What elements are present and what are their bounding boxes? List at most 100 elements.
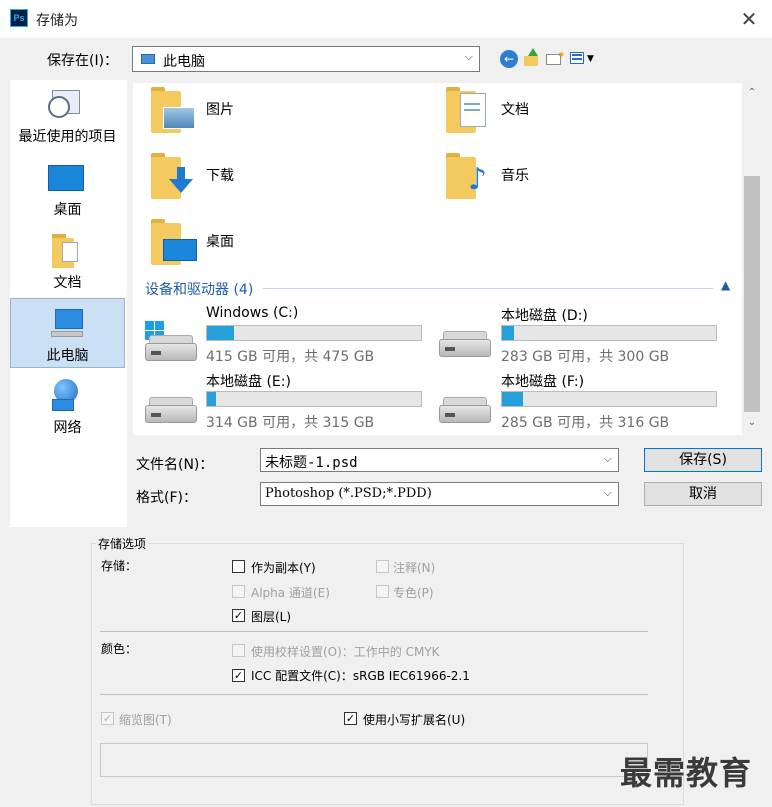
file-list: 图片 文档 下载 ♪ 音乐 桌面 设备和驱动器 (4) ▲ Windows (C…	[133, 83, 742, 435]
layers-label[interactable]: 图层(L)	[251, 608, 291, 625]
notes-checkbox	[376, 560, 389, 573]
drive-usage-fill	[502, 326, 514, 340]
place-label: 桌面	[53, 202, 82, 218]
up-folder-icon[interactable]	[522, 48, 540, 68]
new-folder-icon[interactable]: ✶	[546, 50, 565, 66]
scrollbar-thumb[interactable]	[744, 176, 760, 412]
place-label: 网络	[53, 420, 82, 436]
chevron-up-icon[interactable]: ▲	[721, 278, 730, 292]
drive-usage-bar	[501, 325, 717, 341]
local-disk-icon[interactable]	[145, 395, 197, 425]
drive-name[interactable]: 本地磁盘 (E:)	[206, 371, 291, 391]
place-label: 最近使用的项目	[18, 129, 117, 145]
folder-label[interactable]: 下载	[206, 165, 234, 185]
proof-setup-checkbox	[232, 644, 245, 657]
save-in-value: 此电脑	[163, 54, 205, 70]
storage-label: 存储：	[101, 559, 138, 573]
place-label: 文档	[53, 275, 82, 291]
alpha-channels-label: Alpha 通道(E)	[251, 586, 330, 600]
drive-usage-fill	[207, 392, 216, 406]
local-disk-icon[interactable]	[439, 329, 491, 359]
notes-label: 注释(N)	[393, 561, 436, 575]
proof-setup-label: 使用校样设置(O)：工作中的 CMYK	[251, 645, 440, 659]
drive-usage-bar	[501, 391, 717, 407]
photoshop-icon: Ps	[10, 9, 28, 27]
save-in-dropdown[interactable]: 此电脑 ⌵	[132, 46, 480, 72]
view-menu-icon[interactable]: ▼	[570, 51, 596, 67]
network-globe-icon	[48, 377, 84, 411]
drive-free-space: 285 GB 可用，共 316 GB	[501, 415, 670, 431]
windows-drive-icon[interactable]	[143, 319, 199, 363]
thumbnail-checkbox: ✓	[101, 712, 114, 725]
folder-label[interactable]: 桌面	[206, 231, 234, 251]
drive-free-space: 283 GB 可用，共 300 GB	[501, 349, 670, 365]
title-bar	[0, 0, 772, 38]
format-dropdown[interactable]: Photoshop (*.PSD;*.PDD) ⌵	[260, 482, 619, 506]
downloads-folder-icon[interactable]	[151, 151, 197, 199]
lowercase-extension-label[interactable]: 使用小写扩展名(U)	[363, 711, 465, 728]
place-desktop[interactable]: 桌面	[10, 153, 125, 223]
music-folder-icon[interactable]: ♪	[446, 151, 492, 199]
as-copy-checkbox[interactable]	[232, 560, 245, 573]
folder-label[interactable]: 图片	[206, 99, 234, 119]
documents-icon	[48, 232, 84, 268]
scroll-down-icon[interactable]: ⌄	[743, 417, 761, 428]
drive-name[interactable]: Windows (C:)	[206, 305, 298, 321]
place-recent[interactable]: 最近使用的项目	[10, 80, 125, 150]
place-documents[interactable]: 文档	[10, 226, 125, 296]
documents-folder-icon[interactable]	[446, 85, 492, 133]
drive-free-space: 415 GB 可用，共 475 GB	[206, 349, 375, 365]
save-button[interactable]: 保存(S)	[644, 448, 762, 472]
scroll-up-icon[interactable]: ⌃	[743, 87, 761, 98]
save-options-title: 存储选项	[96, 535, 149, 552]
computer-icon	[141, 54, 155, 64]
drive-name[interactable]: 本地磁盘 (D:)	[501, 305, 588, 325]
desktop-icon	[48, 159, 84, 193]
alpha-channels-checkbox	[232, 585, 245, 598]
drive-free-space: 314 GB 可用，共 315 GB	[206, 415, 375, 431]
local-disk-icon[interactable]	[439, 395, 491, 425]
filename-input[interactable]: 未标题-1.psd ⌵	[260, 448, 619, 472]
place-network[interactable]: 网络	[10, 371, 125, 441]
options-divider	[100, 631, 648, 632]
cancel-button[interactable]: 取消	[644, 482, 762, 506]
place-label: 此电脑	[46, 348, 89, 364]
lowercase-extension-checkbox[interactable]: ✓	[344, 712, 357, 725]
recent-items-icon	[48, 86, 84, 120]
desktop-folder-icon[interactable]	[151, 217, 197, 265]
drive-usage-fill	[502, 392, 523, 406]
spot-colors-checkbox	[376, 585, 389, 598]
as-copy-label[interactable]: 作为副本(Y)	[251, 559, 316, 576]
icc-profile-checkbox[interactable]: ✓	[232, 669, 245, 682]
format-label: 格式(F)：	[136, 490, 197, 506]
places-bar: 最近使用的项目 桌面 文档 此电脑 网络	[10, 80, 127, 527]
chevron-down-icon: ⌵	[603, 486, 612, 499]
folder-label[interactable]: 文档	[501, 99, 529, 119]
window-title: 存储为	[36, 13, 78, 29]
section-divider	[263, 288, 713, 289]
back-icon[interactable]: ←	[500, 50, 518, 68]
chevron-down-icon: ⌵	[464, 50, 473, 63]
chevron-down-icon[interactable]: ⌵	[604, 452, 612, 466]
layers-checkbox[interactable]: ✓	[232, 609, 245, 622]
drive-usage-fill	[207, 326, 234, 340]
drive-usage-bar	[206, 391, 422, 407]
folder-label[interactable]: 音乐	[501, 165, 529, 185]
icc-profile-label[interactable]: ICC 配置文件(C)：sRGB IEC61966-2.1	[251, 667, 470, 684]
options-divider	[100, 694, 648, 695]
drive-usage-bar	[206, 325, 422, 341]
color-label: 颜色：	[101, 642, 138, 656]
thumbnail-label: 缩览图(T)	[119, 713, 172, 727]
spot-colors-label: 专色(P)	[393, 586, 434, 600]
place-this-pc[interactable]: 此电脑	[10, 298, 125, 368]
filename-value: 未标题-1.psd	[265, 455, 358, 471]
drive-name[interactable]: 本地磁盘 (F:)	[501, 371, 584, 391]
close-button[interactable]: ✕	[735, 6, 763, 32]
devices-section-header[interactable]: 设备和驱动器 (4)	[145, 279, 253, 299]
save-in-label: 保存在(I)：	[47, 53, 119, 69]
filename-label: 文件名(N)：	[136, 457, 214, 473]
watermark-text: 最需教育	[620, 754, 753, 792]
pictures-folder-icon[interactable]	[151, 85, 197, 133]
format-value: Photoshop (*.PSD;*.PDD)	[265, 486, 432, 501]
this-pc-icon	[49, 305, 85, 339]
